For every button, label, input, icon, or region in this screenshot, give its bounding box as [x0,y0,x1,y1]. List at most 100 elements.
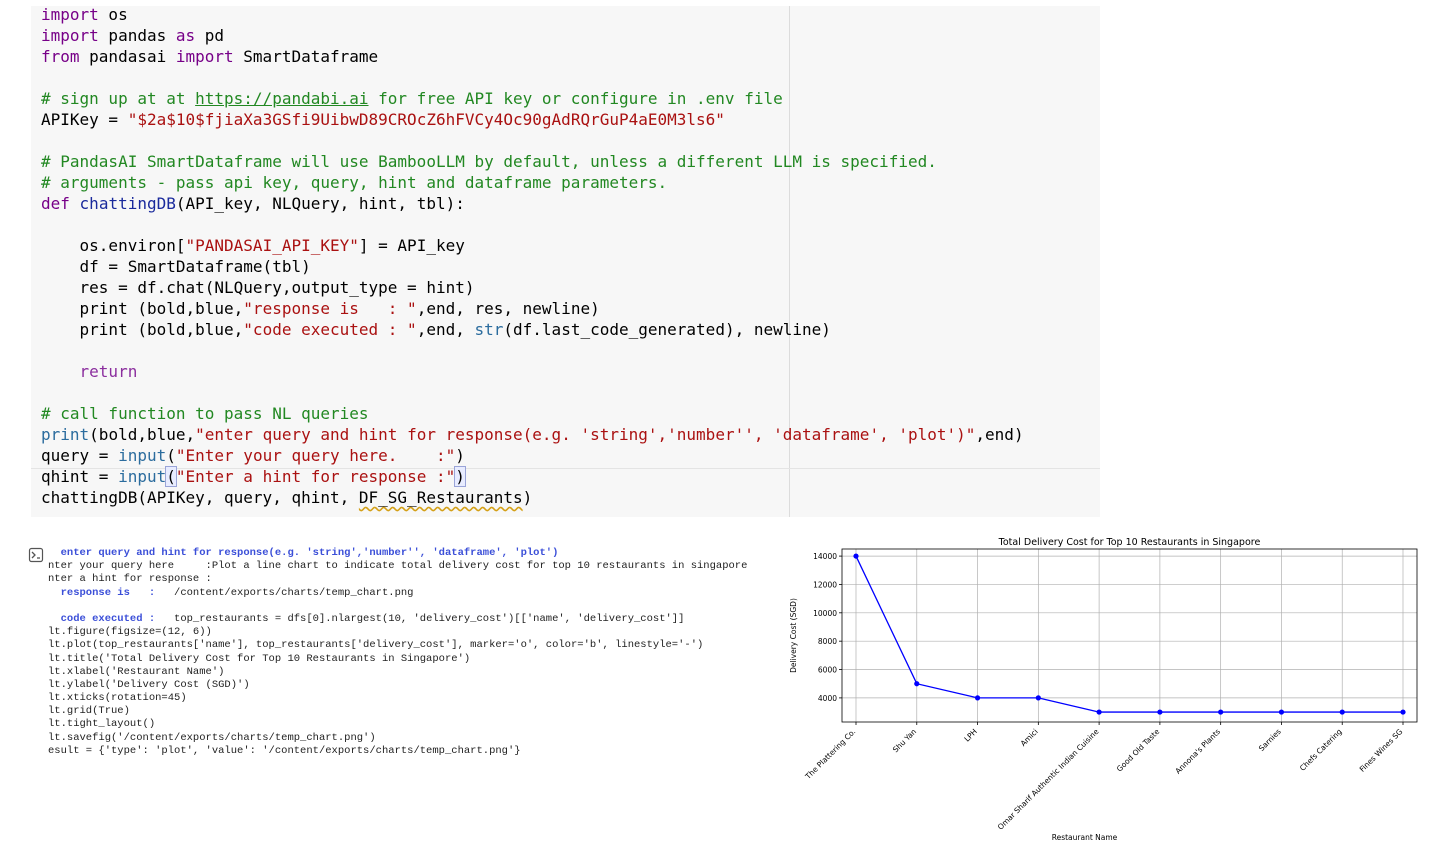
output-text: nter your query here :Plot a line chart … [48,560,748,573]
y-tick-label: 6000 [818,666,837,675]
output-line: lt.ylabel('Delivery Cost (SGD)') [48,679,747,692]
code-token: ( [166,446,176,465]
code-token: APIKey = [41,110,128,129]
data-point [1400,709,1406,715]
code-token: query = [41,446,119,465]
output-line: enter query and hint for response(e.g. '… [48,547,747,560]
code-token: "Enter your query here. :" [175,446,456,465]
output-line: response is : /content/exports/charts/te… [48,587,747,600]
code-token: https://pandabi.ai [195,89,369,108]
output-text: lt.title('Total Delivery Cost for Top 10… [48,652,471,665]
code-token: import [175,47,234,66]
output-line: nter your query here :Plot a line chart … [48,560,747,573]
code-token: from [41,47,80,66]
code-line: def chattingDB(API_key, NLQuery, hint, t… [41,193,1024,214]
data-point [1096,709,1102,715]
code-line: qhint = input("Enter a hint for response… [41,466,1024,487]
code-line: APIKey = "$2a$10$fjiaXa3GSfi9UibwD89CROc… [41,109,1024,130]
chart-svg: Total Delivery Cost for Top 10 Restauran… [790,537,1418,842]
code-line: from pandasai import SmartDataframe [41,46,1024,67]
code-line: import pandas as pd [41,25,1024,46]
code-token: chattingDB [79,194,176,213]
code-line: # arguments - pass api key, query, hint … [41,172,1024,193]
code-token: ( [165,466,177,487]
code-cell[interactable]: import os import pandas as pd from pandasa… [31,4,1100,517]
output-text: lt.xlabel('Restaurant Name') [48,665,225,678]
code-line: # sign up at at https://pandabi.ai for f… [41,88,1024,109]
output-label: response is : [48,586,156,599]
code-token: (df.last_code_generated), newline) [503,320,831,339]
y-tick-label: 14000 [813,552,837,561]
code-token: as [175,26,196,45]
code-token: os [98,5,128,24]
data-point [1339,709,1345,715]
output-label: code executed : [48,612,156,625]
output-line: code executed : top_restaurants = dfs[0]… [48,613,747,626]
y-axis-label: Delivery Cost (SGD) [790,598,798,673]
output-line: nter a hint for response : [48,573,747,586]
code-token: "response is : " [243,299,417,318]
x-tick-label: Fines Wines SG [1358,727,1405,774]
cell-output-text: enter query and hint for response(e.g. '… [48,547,747,758]
output-text: /content/exports/charts/temp_chart.png [155,586,414,599]
code-line: print(bold,blue,"enter query and hint fo… [41,424,1024,445]
x-tick-label: Amici [1019,727,1040,748]
x-tick-label: Omar Sharif Authentic Indian Cuisine [996,727,1101,832]
data-point [1157,709,1163,715]
data-point [1035,695,1041,701]
code-line: print (bold,blue,"response is : ",end, r… [41,298,1024,319]
y-tick-label: 8000 [818,637,837,646]
output-text: lt.figure(figsize=(12, 6)) [48,626,212,639]
code-line: query = input("Enter your query here. :"… [41,445,1024,466]
code-token: pd [195,26,225,45]
x-axis-label: Restaurant Name [1052,833,1118,842]
code-token: "code executed : " [243,320,417,339]
code-editor[interactable]: import os import pandas as pd from pandasa… [41,4,1024,508]
delivery-cost-chart: Total Delivery Cost for Top 10 Restauran… [790,530,1430,850]
code-line: import os [41,4,1024,25]
code-line: # PandasAI SmartDataframe will use Bambo… [41,151,1024,172]
code-token: ,end) [975,425,1024,444]
code-token: (API_key, NLQuery, hint, tbl): [175,194,465,213]
code-token: chattingDB(APIKey, query, qhint, [41,488,359,507]
data-point [1218,709,1224,715]
code-token: import [41,26,99,45]
code-line: chattingDB(APIKey, query, qhint, DF_SG_R… [41,487,1024,508]
output-text: lt.grid(True) [48,705,130,718]
code-token: return [41,362,138,381]
x-tick-label: The Plattering Co. [803,727,858,782]
code-token: # arguments - pass api key, query, hint … [41,173,668,192]
code-token: ) [454,466,466,487]
code-line: # call function to pass NL queries [41,403,1024,424]
code-token: for free API key or configure in .env fi… [368,89,783,108]
code-token: os.environ[ [41,236,186,255]
x-tick-label: Annona's Plants [1173,727,1222,776]
code-token: ] = API_key [358,236,465,255]
x-tick-label: Good Old Taste [1115,727,1162,774]
code-token: "Enter a hint for response :" [175,467,456,486]
code-token: ,end, res, newline) [416,299,600,318]
data-point [974,695,981,701]
code-line: df = SmartDataframe(tbl) [41,256,1024,277]
output-text: lt.savefig('/content/exports/charts/temp… [48,731,376,744]
y-tick-label: 10000 [813,609,837,618]
output-line: lt.grid(True) [48,705,747,718]
output-text: lt.ylabel('Delivery Cost (SGD)') [48,678,250,691]
output-text: lt.xticks(rotation=45) [48,692,187,705]
code-token: (bold,blue, [89,425,196,444]
output-toggle-icon[interactable] [28,547,44,563]
data-point [914,681,920,687]
code-token: SmartDataframe [233,47,379,66]
output-text: esult = {'type': 'plot', 'value': '/cont… [48,744,521,757]
code-token: "enter query and hint for response(e.g. … [195,425,976,444]
data-point [1278,709,1285,715]
output-line: lt.title('Total Delivery Cost for Top 10… [48,653,747,666]
data-point [853,553,859,559]
code-token: import [41,5,99,24]
output-label: enter query and hint for response(e.g. '… [48,547,559,559]
code-token: # call function to pass NL queries [41,404,369,423]
